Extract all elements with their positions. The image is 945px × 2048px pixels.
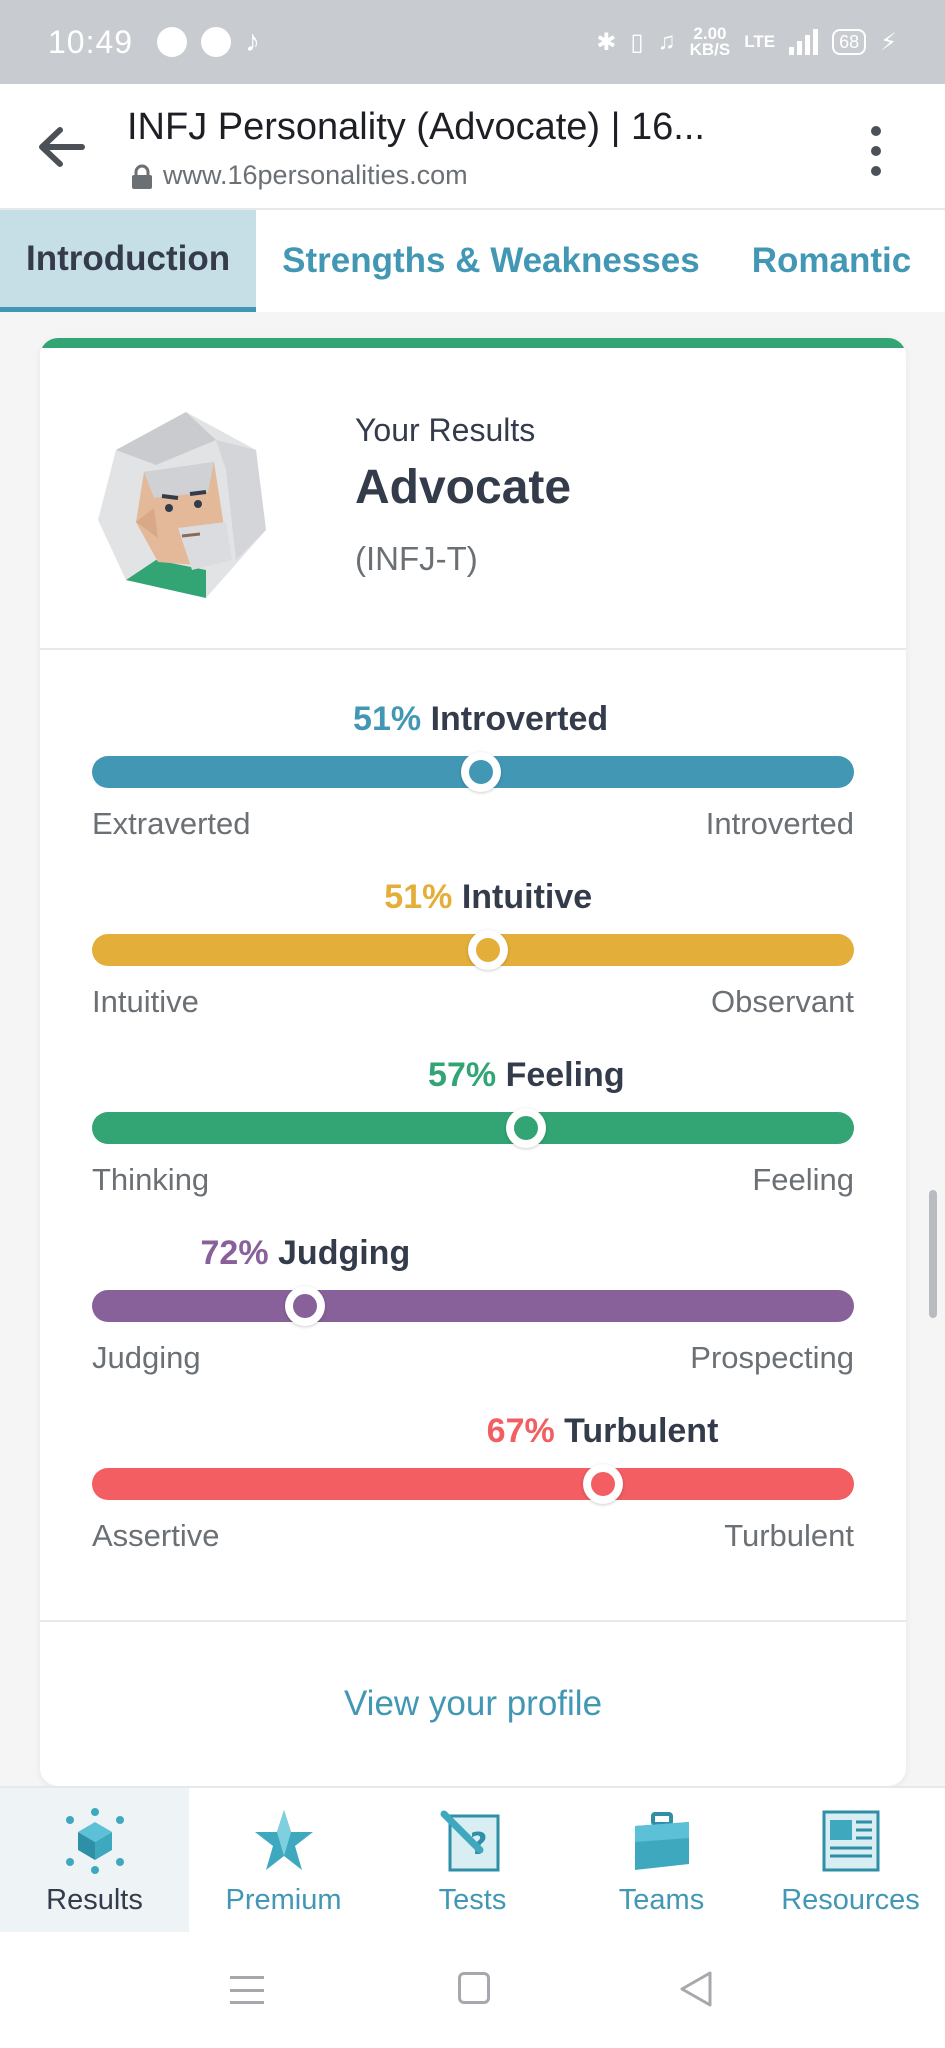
personality-type-code: (INFJ-T) <box>355 540 478 577</box>
messenger-icon <box>201 27 232 57</box>
signal-icon <box>789 29 819 55</box>
recent-apps-icon[interactable] <box>230 1976 264 2004</box>
trait-title: 67% Turbulent <box>487 1412 719 1451</box>
nav-label: Results <box>46 1884 143 1916</box>
charging-icon: ⚡ <box>880 28 897 56</box>
status-bar: 10:49 ♪ ✱ ▯ ♫ 2.00 KB/S LTE 68 ⚡ <box>0 0 945 84</box>
trait-name: Turbulent <box>564 1412 719 1450</box>
view-profile-link[interactable]: View your profile <box>40 1684 906 1724</box>
tab-romantic[interactable]: Romantic <box>726 210 937 312</box>
trait-percent: 51% <box>353 700 422 738</box>
back-arrow-icon[interactable] <box>36 124 86 170</box>
trait-left-label: Intuitive <box>92 984 199 1019</box>
trait-name: Feeling <box>505 1056 625 1094</box>
trait-right-label: Observant <box>710 984 854 1019</box>
mute-icon: ♫ <box>657 28 676 55</box>
trait-name: Intuitive <box>461 878 593 916</box>
trait-right-label: Turbulent <box>724 1518 854 1553</box>
trait-left-label: Extraverted <box>92 806 251 841</box>
scrollbar[interactable] <box>929 1190 937 1318</box>
personality-type-name: Advocate <box>355 461 572 514</box>
page-title: INFJ Personality (Advocate) | 16... <box>127 106 705 148</box>
trait-title: 51% Intuitive <box>384 878 592 917</box>
more-options-icon[interactable] <box>864 126 888 176</box>
trait-title: 57% Feeling <box>428 1056 625 1095</box>
trait-right-label: Prospecting <box>690 1340 854 1375</box>
result-summary: Your Results Advocate (INFJ-T) <box>40 348 906 650</box>
trait-bar <box>92 1468 854 1500</box>
nav-item-premium[interactable]: Premium <box>189 1788 378 1934</box>
trait-name: Introverted <box>430 700 609 738</box>
tab-introduction[interactable]: Introduction <box>0 210 257 312</box>
trait-row-nature: 57% Feeling Thinking Feeling <box>92 1056 854 1234</box>
trait-row-tactics: 72% Judging Judging Prospecting <box>92 1234 854 1412</box>
trait-percent: 51% <box>384 878 453 916</box>
nav-label: Resources <box>781 1884 920 1916</box>
trait-marker <box>582 1464 623 1504</box>
nav-label: Teams <box>618 1884 705 1916</box>
tab-strengths-weaknesses[interactable]: Strengths & Weaknesses <box>256 210 726 312</box>
trait-left-label: Thinking <box>92 1162 210 1197</box>
nav-item-teams[interactable]: Teams <box>567 1788 756 1934</box>
bluetooth-icon: ✱ <box>596 28 617 56</box>
network-type: LTE <box>744 32 776 51</box>
section-tabs: Introduction Strengths & Weaknesses Roma… <box>0 210 945 312</box>
trait-left-label: Judging <box>92 1340 201 1375</box>
trait-row-energy: 51% Intuitive Intuitive Observant <box>92 878 854 1056</box>
trait-marker <box>460 752 501 792</box>
trait-percent: 67% <box>486 1412 555 1450</box>
back-icon[interactable] <box>678 1970 714 2008</box>
url-text[interactable]: www.16personalities.com <box>163 160 468 191</box>
trait-bar <box>92 1290 854 1322</box>
advocate-avatar-icon <box>98 412 266 598</box>
battery-icon: 68 <box>832 29 867 55</box>
results-icon <box>66 1808 124 1874</box>
lock-icon <box>132 164 152 189</box>
nav-item-tests[interactable]: ? Tests <box>378 1788 567 1934</box>
vibrate-icon: ▯ <box>630 28 644 56</box>
card-accent-bar <box>40 338 906 348</box>
trait-title: 51% Introverted <box>353 700 608 739</box>
resources-icon <box>822 1810 880 1872</box>
nav-item-resources[interactable]: Resources <box>756 1788 945 1934</box>
nav-label: Tests <box>438 1884 507 1916</box>
trait-bar <box>92 1112 854 1144</box>
trait-list: 51% Introverted Extraverted Introverted … <box>92 700 854 1590</box>
trait-left-label: Assertive <box>92 1518 220 1553</box>
network-speed: 2.00 KB/S <box>689 24 731 59</box>
trait-row-identity: 67% Turbulent Assertive Turbulent <box>92 1412 854 1590</box>
bottom-navigation: Results Premium ? Tests Teams Resources <box>0 1786 945 1934</box>
home-icon[interactable] <box>458 1972 490 2004</box>
spotify-icon <box>157 27 188 57</box>
teams-icon <box>635 1812 689 1870</box>
status-time: 10:49 <box>48 23 134 60</box>
browser-toolbar: INFJ Personality (Advocate) | 16... www.… <box>0 84 945 210</box>
trait-right-label: Introverted <box>705 806 854 841</box>
trait-title: 72% Judging <box>201 1234 411 1273</box>
premium-icon <box>255 1810 313 1870</box>
trait-row-mind: 51% Introverted Extraverted Introverted <box>92 700 854 878</box>
tests-icon: ? <box>440 1810 500 1872</box>
trait-percent: 72% <box>200 1234 269 1272</box>
nav-item-results[interactable]: Results <box>0 1788 189 1934</box>
your-results-label: Your Results <box>355 412 536 448</box>
trait-marker <box>506 1108 547 1148</box>
trait-marker <box>468 930 509 970</box>
nav-label: Premium <box>225 1884 342 1916</box>
trait-name: Judging <box>278 1234 411 1272</box>
results-card: Your Results Advocate (INFJ-T) 51% Intro… <box>40 338 906 1786</box>
trait-marker <box>285 1286 326 1326</box>
system-navigation <box>0 1932 945 2048</box>
trait-percent: 57% <box>428 1056 497 1094</box>
divider <box>40 1620 906 1622</box>
trait-right-label: Feeling <box>752 1162 854 1197</box>
tiktok-icon: ♪ <box>245 25 261 58</box>
